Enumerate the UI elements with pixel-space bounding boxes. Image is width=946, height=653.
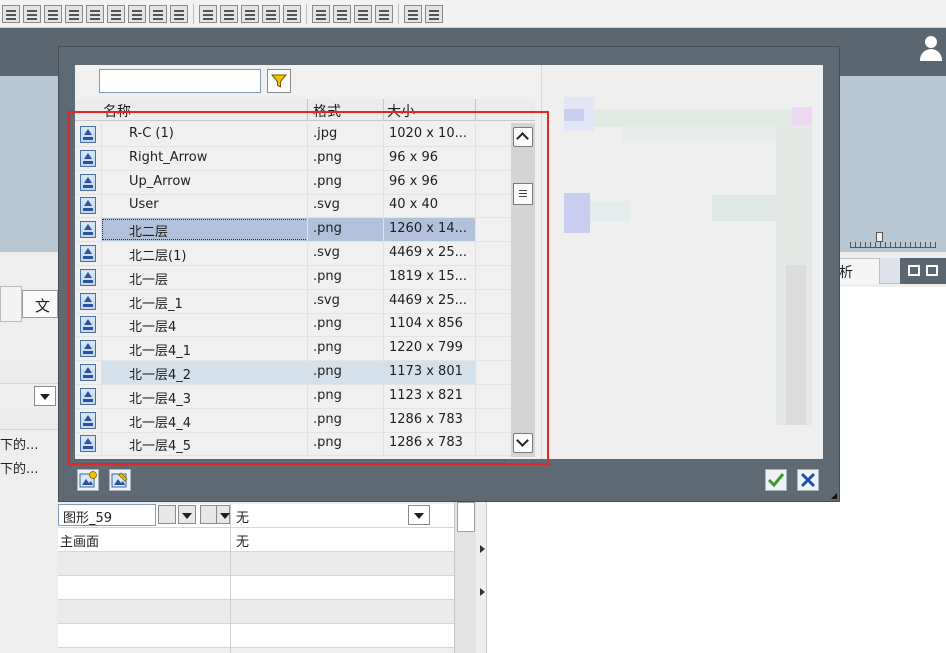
graphic-preview [541,65,823,459]
same-size-icon[interactable] [283,4,301,23]
dialog-footer [59,461,839,501]
layer-up-icon[interactable] [404,4,422,23]
send-back-icon[interactable] [333,4,351,23]
preview-pixel [594,109,804,127]
edit-image-icon [111,472,128,488]
cancel-button[interactable] [797,469,819,491]
left-property-text: 下的... [0,438,39,453]
property-row [58,552,454,576]
property-row [58,624,454,648]
funnel-icon [271,74,287,88]
property-column-divider [230,504,231,653]
property-value: 无 [236,535,250,550]
preview-pixel [564,193,590,233]
align-middle-icon[interactable] [86,4,104,23]
panel-layout-icon[interactable] [926,265,938,276]
tab-analysis-label: 析 [839,265,853,281]
tab-text[interactable]: 文 [22,290,58,318]
import-image-icon [79,471,97,488]
zoom-slider-knob[interactable] [876,232,883,242]
value-dropdown-button[interactable] [408,505,430,525]
graphic-dropdown-button[interactable] [178,505,196,524]
send-backward-icon[interactable] [375,4,393,23]
import-graphic-button[interactable] [77,469,99,491]
collapse-arrow-icon[interactable] [480,588,486,596]
edit-graphic-button[interactable] [109,469,131,491]
close-icon [800,472,816,488]
preview-pixel [622,127,782,141]
user-icon[interactable] [920,36,942,62]
panel-window-controls [900,258,946,284]
toolbar-separator [193,3,194,24]
property-name: 主画面 [60,535,100,550]
alignment-toolbar [0,0,946,28]
preview-pixel [786,265,806,425]
graphic-picker-dropdown[interactable] [216,505,230,524]
preview-pixel [792,107,812,127]
bring-forward-icon[interactable] [354,4,372,23]
search-input[interactable] [99,69,261,93]
ungroup-icon[interactable] [170,4,188,23]
bring-front-icon[interactable] [312,4,330,23]
left-property-row [0,362,58,384]
distribute-horizontal-icon[interactable] [199,4,217,23]
left-dropdown-button[interactable] [34,386,56,406]
distribute-vertical-icon[interactable] [220,4,238,23]
graphic-name-field[interactable]: 图形_59 [58,504,156,526]
center-icon[interactable] [128,4,146,23]
ok-button[interactable] [765,469,787,491]
align-right-icon[interactable] [44,4,62,23]
zoom-slider[interactable] [850,232,936,248]
left-property-text: 下的... [0,462,39,477]
highlight-annotation-box [68,111,549,465]
collapse-arrow-icon[interactable] [480,545,486,553]
preview-pixel [590,201,630,221]
toolbar-separator [306,3,307,24]
align-bottom-icon[interactable] [107,4,125,23]
tab-text-label: 文 [35,297,51,315]
property-row: 主画面 无 [58,528,454,552]
list-view-icon[interactable] [158,505,176,524]
scroll-thumb[interactable] [457,502,475,532]
property-row [58,576,454,600]
filter-button[interactable] [267,69,291,93]
left-property-row [0,408,58,430]
toolbar-separator [398,3,399,24]
same-height-icon[interactable] [241,4,259,23]
restore-window-icon[interactable] [908,265,920,276]
align-left-icon[interactable] [2,4,20,23]
preview-pixel [564,109,584,121]
property-row [58,600,454,624]
left-tab-strip [0,286,22,322]
group-icon[interactable] [149,4,167,23]
checkmark-icon [767,473,785,488]
same-width-icon[interactable] [262,4,280,23]
align-top-icon[interactable] [65,4,83,23]
layer-down-icon[interactable] [425,4,443,23]
resize-grip-icon[interactable] [831,493,837,499]
property-scrollbar[interactable] [454,500,476,653]
tab-analysis[interactable]: 析 [836,258,880,284]
property-value: 无 [236,511,250,526]
align-center-icon[interactable] [23,4,41,23]
